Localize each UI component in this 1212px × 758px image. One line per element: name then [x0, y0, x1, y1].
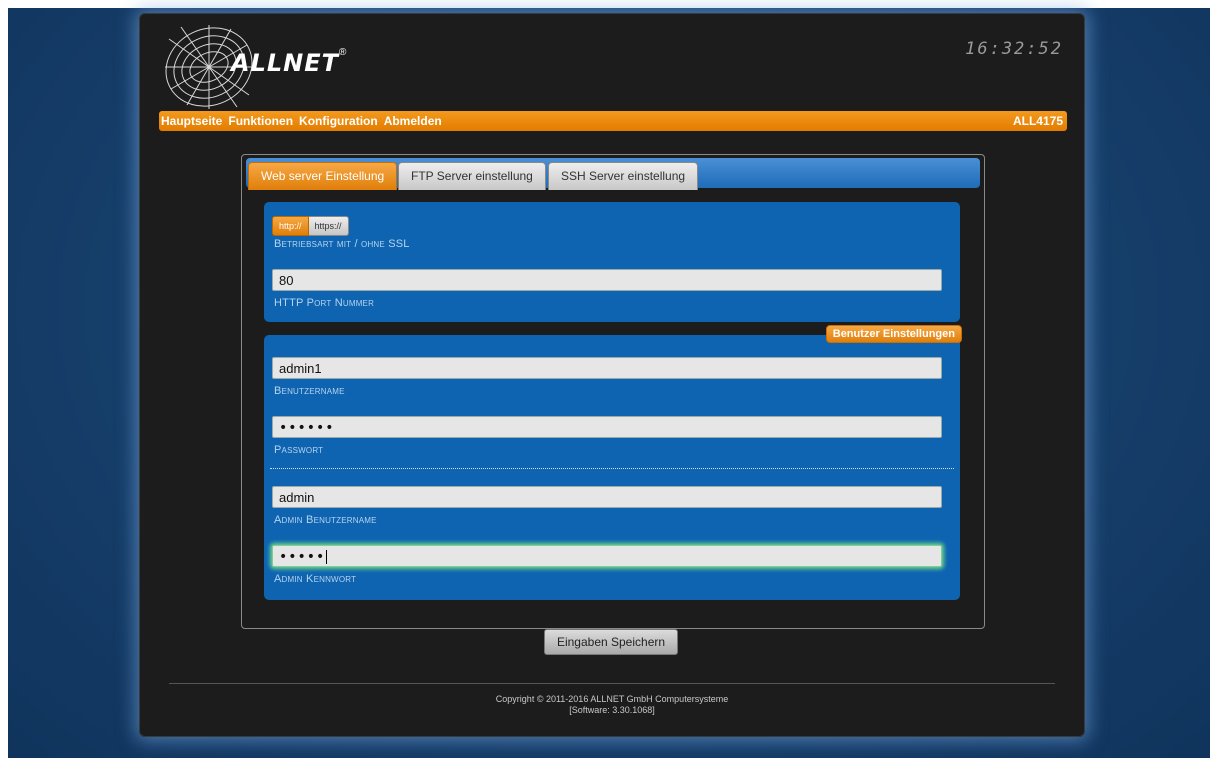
clock: 16:32:52 — [965, 39, 1063, 59]
tab-bar: Web server Einstellung FTP Server einste… — [246, 158, 980, 190]
username-input[interactable]: admin1 — [272, 357, 942, 379]
username-label: Benutzername — [274, 385, 345, 397]
ssl-mode-label: Betriebsart mit / ohne SSL — [274, 238, 410, 250]
main-navbar: Hauptseite Funktionen Konfiguration Abme… — [159, 111, 1067, 131]
copyright-text: Copyright © 2011-2016 ALLNET GmbH Comput… — [495, 694, 729, 704]
tab-ssh-server[interactable]: SSH Server einstellung — [548, 162, 699, 190]
user-settings-badge: Benutzer Einstellungen — [825, 325, 962, 343]
user-settings-box: Benutzer Einstellungen admin1 Benutzerna… — [264, 325, 962, 600]
password-input[interactable]: •••••• — [272, 416, 942, 438]
registered-mark: ® — [339, 47, 347, 58]
http-port-input[interactable]: 80 — [272, 269, 942, 291]
brand-text: ALLNET — [231, 49, 340, 77]
text-caret — [326, 550, 328, 564]
tab-web-server[interactable]: Web server Einstellung — [248, 162, 398, 190]
footer-divider — [169, 683, 1055, 684]
device-name: ALL4175 — [1012, 114, 1063, 128]
password-label: Passwort — [274, 444, 324, 456]
main-frame: ALLNET ® 16:32:52 Hauptseite Funktionen … — [139, 13, 1085, 737]
software-version: [Software: 3.30.1068] — [569, 705, 655, 715]
allnet-logo: ALLNET ® — [161, 19, 346, 109]
http-option-button[interactable]: http:// — [272, 216, 309, 236]
https-option-button[interactable]: https:// — [308, 216, 349, 236]
footer: Copyright © 2011-2016 ALLNET GmbH Comput… — [139, 694, 1085, 716]
admin-password-label: Admin Kennwort — [274, 573, 357, 585]
admin-username-label: Admin Benutzername — [274, 514, 377, 526]
http-port-label: HTTP Port Nummer — [274, 297, 375, 309]
save-button[interactable]: Eingaben Speichern — [544, 629, 678, 655]
nav-item-konfiguration[interactable]: Konfiguration — [299, 113, 378, 129]
admin-password-value: ••••• — [279, 549, 326, 565]
admin-username-input[interactable]: admin — [272, 486, 942, 508]
server-settings-box: http:// https:// Betriebsart mit / ohne … — [264, 202, 960, 322]
settings-panel: Web server Einstellung FTP Server einste… — [241, 154, 985, 629]
tab-ftp-server[interactable]: FTP Server einstellung — [398, 162, 546, 190]
nav-item-abmelden[interactable]: Abmelden — [384, 113, 442, 129]
ssl-mode-toggle: http:// https:// — [272, 216, 349, 236]
section-divider — [270, 468, 954, 469]
nav-item-funktionen[interactable]: Funktionen — [228, 113, 293, 129]
admin-password-input[interactable]: ••••• — [272, 545, 942, 567]
nav-item-hauptseite[interactable]: Hauptseite — [161, 113, 222, 129]
